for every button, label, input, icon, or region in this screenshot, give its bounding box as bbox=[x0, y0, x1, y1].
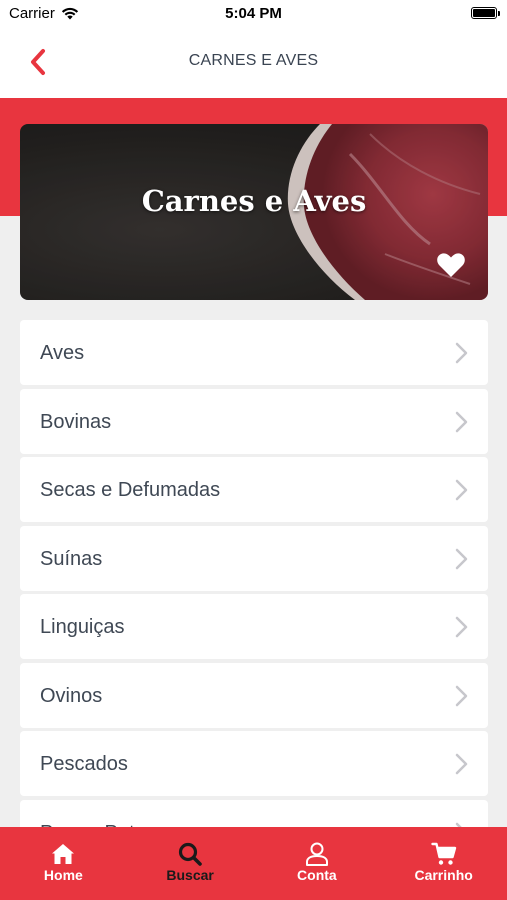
battery-icon bbox=[471, 7, 500, 19]
chevron-right-icon bbox=[455, 342, 468, 364]
list-item-label: Secas e Defumadas bbox=[40, 479, 221, 501]
tab-conta[interactable]: Conta bbox=[254, 827, 381, 900]
category-list: Aves Bovinas Secas e Defumadas Suínas Li… bbox=[20, 320, 488, 868]
chevron-right-icon bbox=[455, 616, 468, 638]
tab-bar: Home Buscar Conta Carrinho bbox=[0, 827, 507, 900]
tab-home[interactable]: Home bbox=[0, 827, 127, 900]
chevron-right-icon bbox=[455, 753, 468, 775]
tab-buscar[interactable]: Buscar bbox=[127, 827, 254, 900]
search-icon bbox=[179, 842, 202, 866]
banner-title: Carnes e Aves bbox=[141, 184, 367, 218]
cart-icon bbox=[430, 842, 456, 865]
list-item-label: Bovinas bbox=[40, 410, 112, 433]
chevron-right-icon bbox=[455, 479, 468, 501]
tab-conta-label: Conta bbox=[297, 867, 337, 883]
list-item-label: Suínas bbox=[40, 547, 103, 570]
category-banner: Carnes e Aves bbox=[20, 124, 488, 300]
chevron-right-icon bbox=[455, 411, 468, 432]
status-time: 5:04 PM bbox=[225, 5, 282, 22]
list-item-label: Linguiças bbox=[40, 616, 125, 638]
list-item-label: Ovinos bbox=[40, 684, 103, 707]
tab-buscar-label: Buscar bbox=[166, 867, 214, 883]
chevron-right-icon bbox=[455, 685, 468, 706]
home-icon bbox=[52, 844, 75, 864]
status-bar: Carrier 5:04 PM bbox=[0, 0, 507, 28]
user-icon bbox=[305, 842, 328, 866]
list-item-ovinos[interactable]: Ovinos bbox=[20, 662, 488, 728]
tab-carrinho-label: Carrinho bbox=[414, 867, 473, 883]
list-item-secas-defumadas[interactable]: Secas e Defumadas bbox=[20, 457, 488, 522]
navigation-bar: CARNES E AVES bbox=[0, 28, 507, 98]
list-item-linguicas[interactable]: Linguiças bbox=[20, 594, 488, 659]
page-title: CARNES E AVES bbox=[188, 52, 319, 69]
heart-icon bbox=[437, 253, 465, 277]
list-item-label: Aves bbox=[40, 342, 85, 364]
chevron-right-icon bbox=[455, 548, 468, 569]
tab-home-label: Home bbox=[43, 867, 83, 883]
list-item-bovinas[interactable]: Bovinas bbox=[20, 388, 488, 454]
list-item-suinas[interactable]: Suínas bbox=[20, 525, 488, 591]
tab-carrinho[interactable]: Carrinho bbox=[380, 827, 507, 900]
favorite-button[interactable] bbox=[436, 252, 466, 278]
list-item-pescados[interactable]: Pescados bbox=[20, 731, 488, 796]
list-item-label: Pescados bbox=[40, 753, 128, 775]
list-item-aves[interactable]: Aves bbox=[20, 320, 488, 385]
